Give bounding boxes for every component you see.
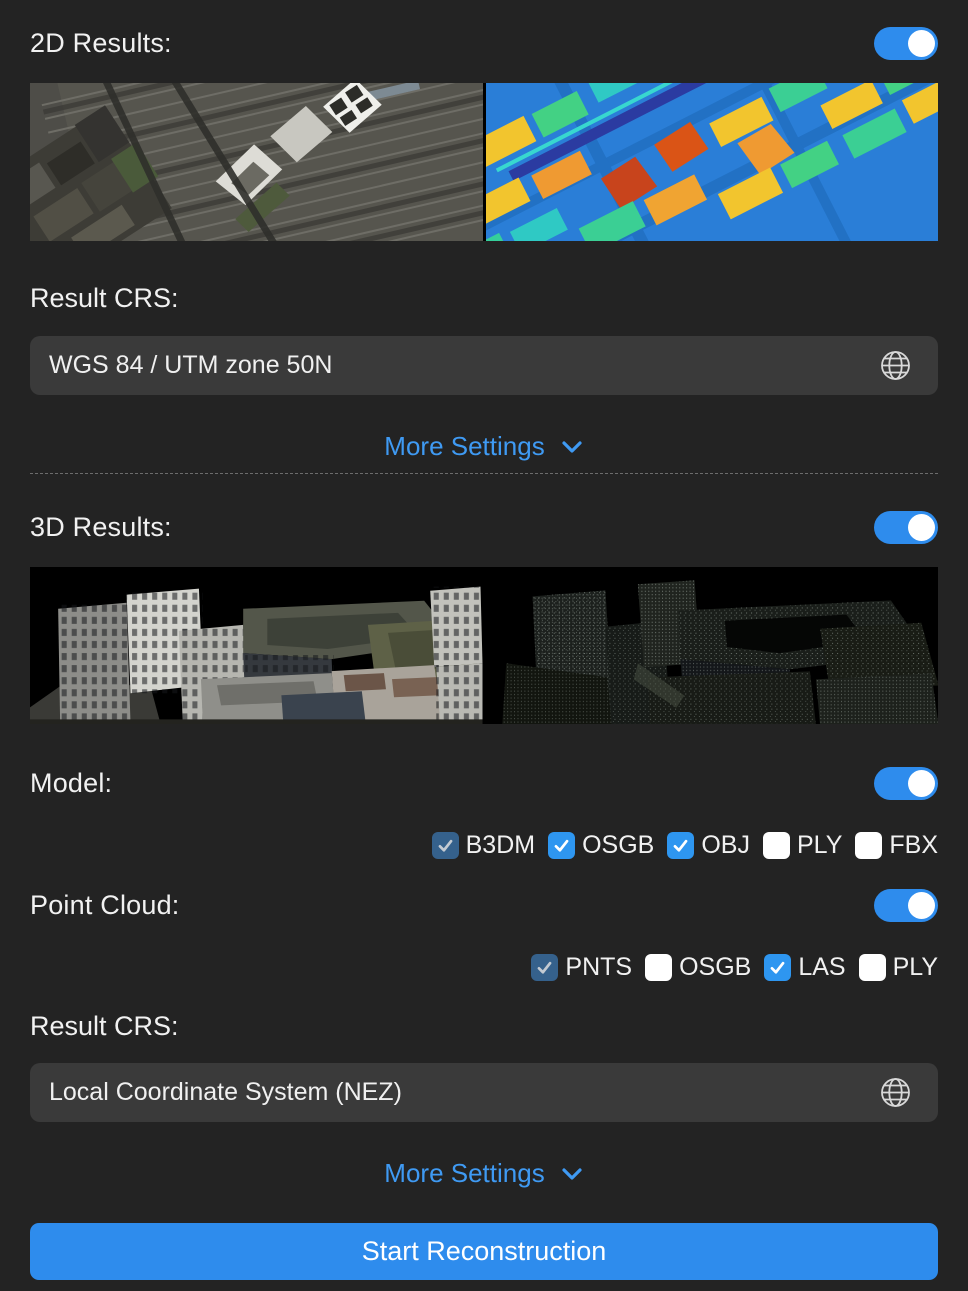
format-label: FBX: [889, 831, 938, 860]
point-cloud-format-row: PNTS OSGB LAS: [30, 951, 938, 984]
toggle-knob: [908, 30, 935, 57]
result-crs-bottom-field[interactable]: Local Coordinate System (NEZ): [30, 1063, 938, 1122]
elevation-preview-image: [486, 83, 939, 241]
check-icon: [768, 958, 787, 977]
format-checkbox[interactable]: [855, 832, 882, 859]
format-label: OSGB: [679, 953, 751, 982]
orthophoto-aerial-map: [30, 83, 483, 241]
textured-3d-model: [30, 567, 483, 724]
model-format-row: B3DM OSGB OBJ: [30, 829, 938, 862]
model-header: Model:: [30, 766, 938, 800]
3d-preview-strip: [30, 567, 938, 724]
format-option: OSGB: [548, 831, 654, 860]
point-cloud-header: Point Cloud:: [30, 888, 938, 922]
reconstruction-settings-panel: 2D Results:: [0, 0, 968, 1291]
result-crs-bottom-value: Local Coordinate System (NEZ): [49, 1078, 879, 1107]
format-checkbox[interactable]: [432, 832, 459, 859]
format-option: PNTS: [531, 953, 632, 982]
orthophoto-preview-image: [30, 83, 483, 241]
format-option: PLY: [763, 831, 842, 860]
chevron-down-icon: [560, 435, 584, 459]
format-checkbox[interactable]: [763, 832, 790, 859]
start-reconstruction-button[interactable]: Start Reconstruction: [30, 1223, 938, 1280]
format-option: OSGB: [645, 953, 751, 982]
format-checkbox[interactable]: [531, 954, 558, 981]
3d-results-label: 3D Results:: [30, 512, 172, 543]
more-settings-top[interactable]: More Settings: [30, 430, 938, 463]
point-cloud-preview-image: [486, 567, 939, 724]
format-checkbox[interactable]: [667, 832, 694, 859]
format-checkbox[interactable]: [548, 832, 575, 859]
format-label: PNTS: [565, 953, 632, 982]
format-option: OBJ: [667, 831, 750, 860]
format-option: B3DM: [432, 831, 535, 860]
point-cloud-toggle[interactable]: [874, 889, 938, 922]
3d-results-header: 3D Results:: [30, 510, 938, 544]
result-crs-bottom-label: Result CRS:: [30, 1011, 938, 1042]
section-divider: [30, 473, 938, 474]
format-label: PLY: [797, 831, 842, 860]
check-icon: [671, 836, 690, 855]
format-label: LAS: [798, 953, 845, 982]
format-checkbox[interactable]: [645, 954, 672, 981]
point-cloud-3d: [486, 567, 939, 724]
model-3d-preview-image: [30, 567, 483, 724]
toggle-knob: [908, 892, 935, 919]
2d-results-toggle[interactable]: [874, 27, 938, 60]
point-cloud-label: Point Cloud:: [30, 890, 180, 921]
format-label: PLY: [893, 953, 938, 982]
result-crs-top-label: Result CRS:: [30, 283, 938, 314]
format-label: OSGB: [582, 831, 654, 860]
result-crs-top-field[interactable]: WGS 84 / UTM zone 50N: [30, 336, 938, 395]
format-checkbox[interactable]: [859, 954, 886, 981]
format-label: OBJ: [701, 831, 750, 860]
more-settings-bottom-label: More Settings: [384, 1158, 544, 1189]
format-checkbox[interactable]: [764, 954, 791, 981]
model-label: Model:: [30, 768, 112, 799]
model-toggle[interactable]: [874, 767, 938, 800]
more-settings-bottom[interactable]: More Settings: [30, 1157, 938, 1190]
toggle-knob: [908, 770, 935, 797]
2d-preview-strip: [30, 83, 938, 241]
format-option: LAS: [764, 953, 845, 982]
result-crs-top-value: WGS 84 / UTM zone 50N: [49, 351, 879, 380]
2d-results-label: 2D Results:: [30, 28, 172, 59]
3d-results-toggle[interactable]: [874, 511, 938, 544]
format-option: PLY: [859, 953, 938, 982]
globe-icon: [879, 349, 912, 382]
toggle-knob: [908, 514, 935, 541]
format-option: FBX: [855, 831, 938, 860]
check-icon: [535, 958, 554, 977]
2d-results-header: 2D Results:: [30, 26, 938, 60]
check-icon: [552, 836, 571, 855]
check-icon: [436, 836, 455, 855]
chevron-down-icon: [560, 1162, 584, 1186]
format-label: B3DM: [466, 831, 535, 860]
globe-icon: [879, 1076, 912, 1109]
more-settings-top-label: More Settings: [384, 431, 544, 462]
elevation-color-map: [486, 83, 939, 241]
